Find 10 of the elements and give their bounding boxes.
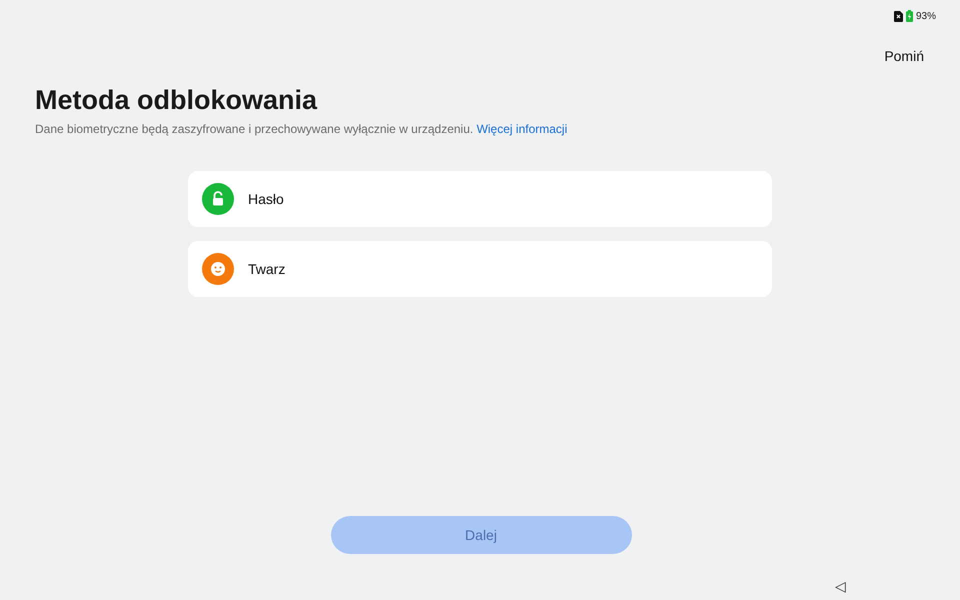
more-info-link[interactable]: Więcej informacji <box>476 122 568 136</box>
unlock-option[interactable]: Hasło <box>188 171 772 227</box>
battery-percentage: 93% <box>916 10 936 22</box>
unlock-option[interactable]: Twarz <box>188 241 772 297</box>
skip-button[interactable]: Pomiń <box>883 44 925 68</box>
page-title: Metoda odblokowania <box>35 85 318 116</box>
description-text: Dane biometryczne będą zaszyfrowane i przechowywane wyłącznie w urządzeniu. <box>35 122 474 136</box>
sim-missing-icon <box>894 10 903 22</box>
battery-charging-icon <box>906 10 913 22</box>
back-button[interactable]: ◁ <box>835 578 846 594</box>
